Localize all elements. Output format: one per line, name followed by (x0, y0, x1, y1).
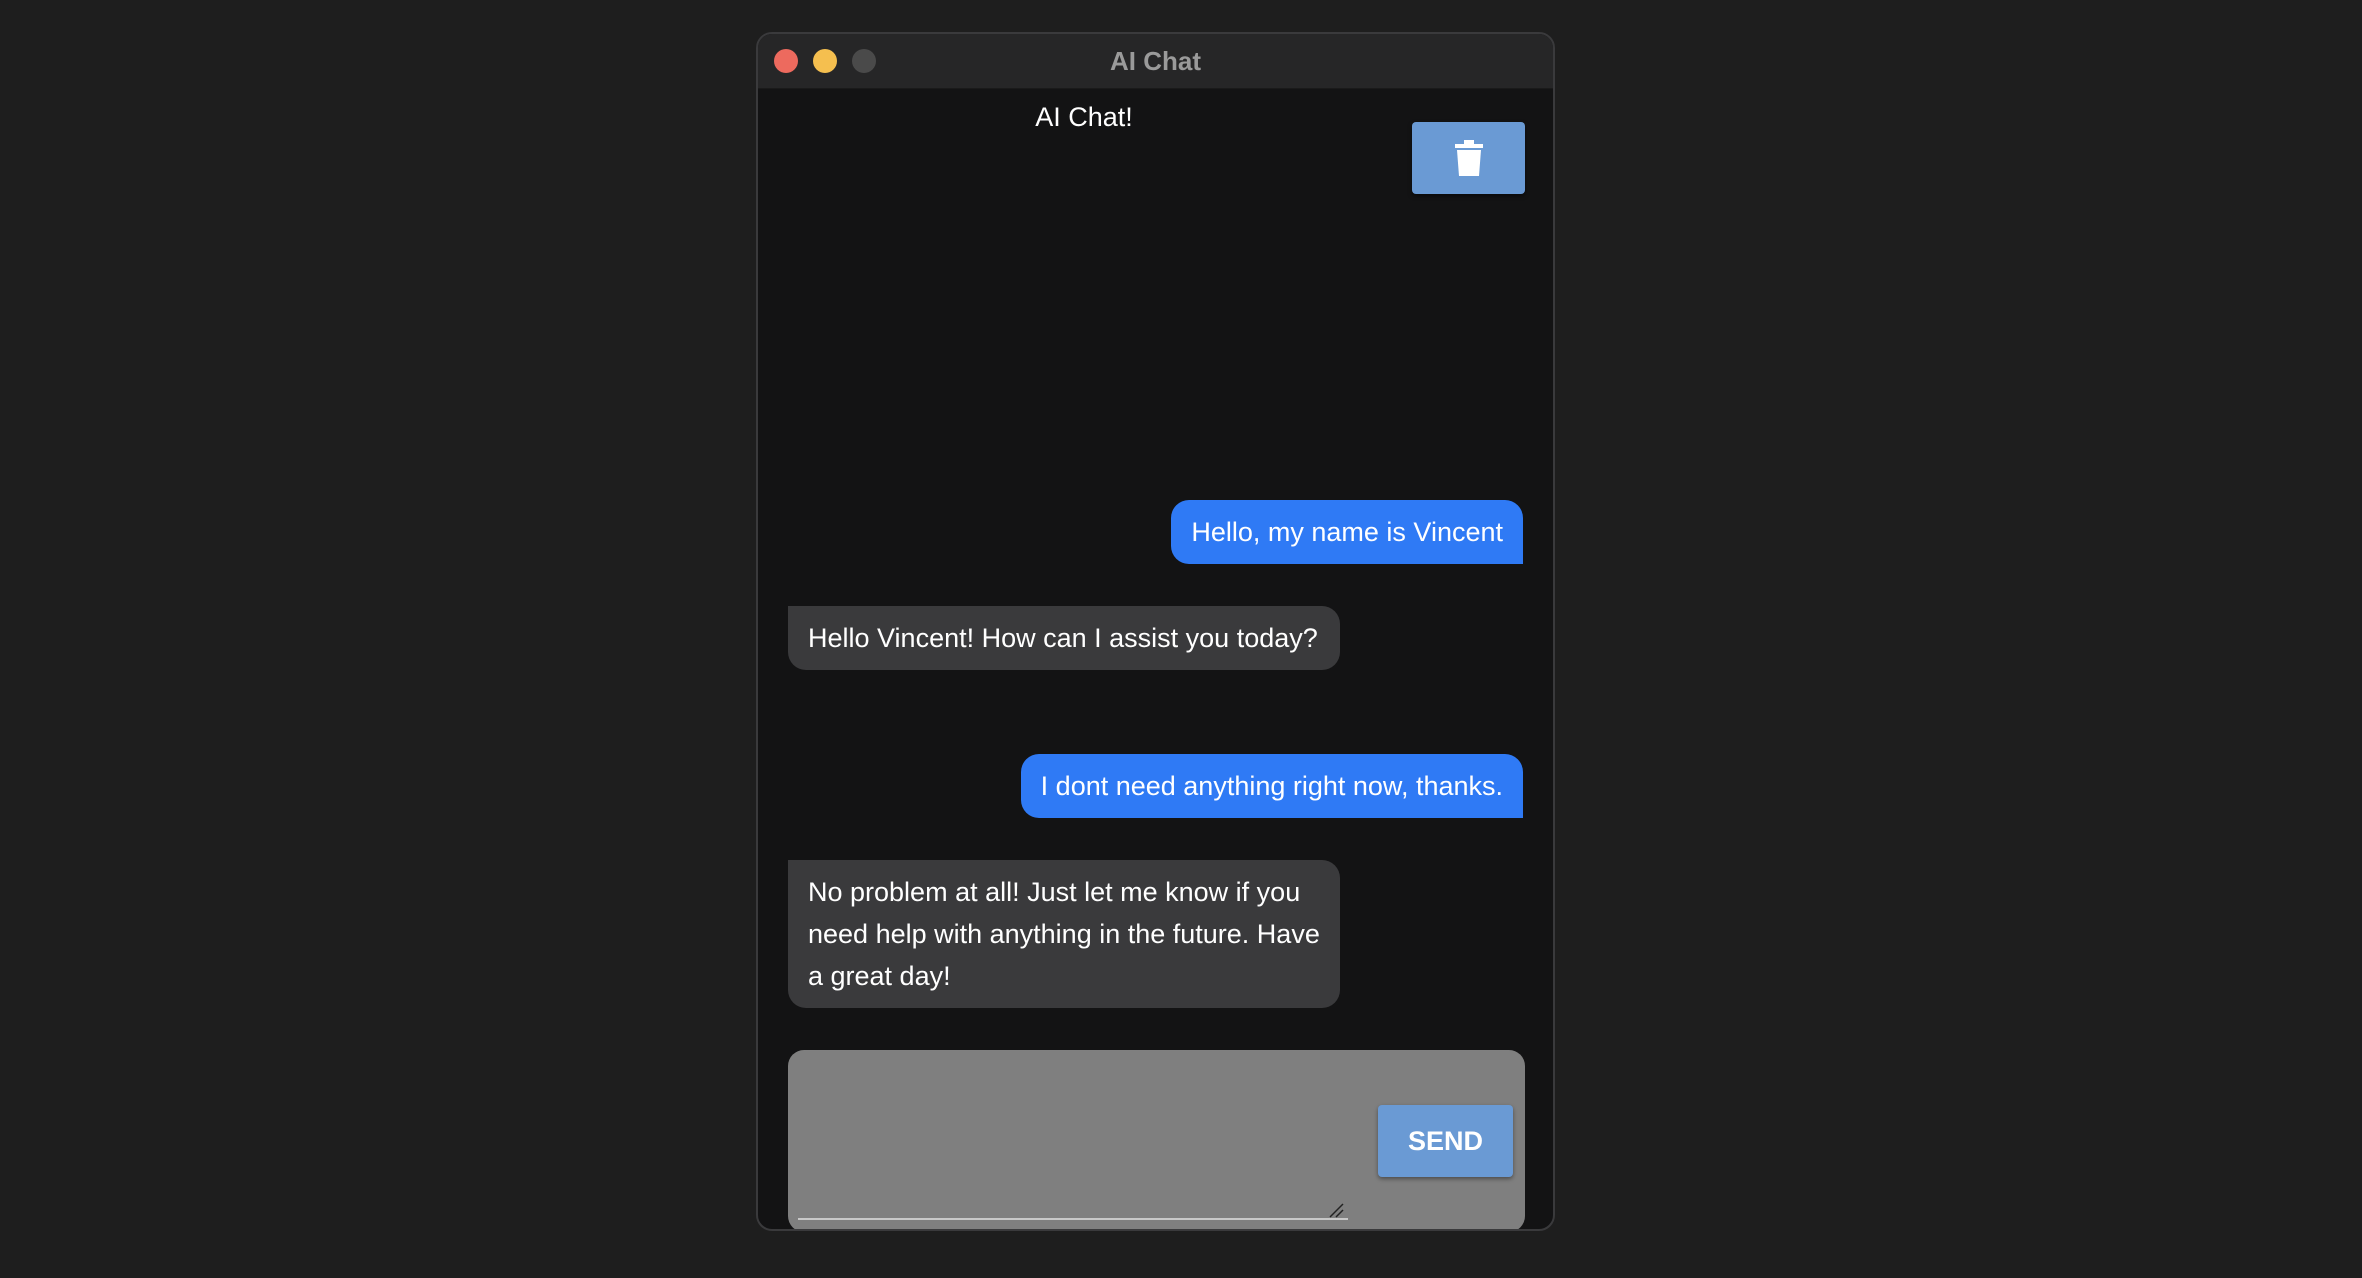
window-title: AI Chat (1110, 46, 1201, 76)
chat-heading: AI Chat! (1035, 102, 1133, 132)
assistant-message: No problem at all! Just let me know if y… (788, 860, 1340, 1008)
title-bar[interactable]: AI Chat (758, 34, 1553, 89)
chat-area: AI Chat! Hello, my name is Vincent Hello… (758, 88, 1553, 1229)
user-message: I dont need anything right now, thanks. (1020, 754, 1523, 818)
app-window: AI Chat AI Chat! Hello, my name is Vince… (756, 32, 1555, 1231)
message-input[interactable] (798, 1058, 1348, 1220)
user-message: Hello, my name is Vincent (1171, 500, 1523, 564)
clear-chat-button[interactable] (1412, 122, 1525, 194)
resize-grip-icon[interactable] (1328, 1202, 1344, 1218)
send-button[interactable]: SEND (1378, 1105, 1513, 1177)
composer-panel: SEND (788, 1050, 1525, 1229)
trash-icon (1454, 140, 1483, 176)
assistant-message: Hello Vincent! How can I assist you toda… (788, 606, 1340, 670)
